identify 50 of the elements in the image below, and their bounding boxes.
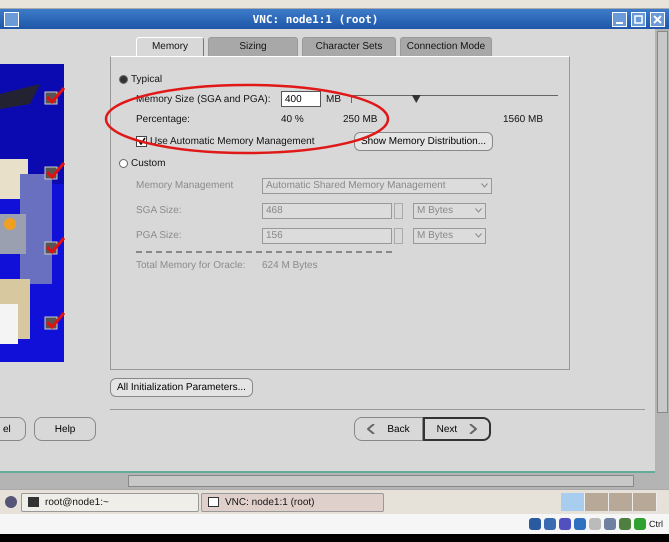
maximize-icon[interactable] (631, 12, 646, 26)
back-button[interactable]: Back (354, 417, 423, 441)
caret-icon (475, 233, 482, 238)
tab[interactable]: Memory (136, 37, 204, 56)
window-icon (208, 497, 219, 507)
tray-icon[interactable] (619, 518, 631, 530)
dialog-button[interactable]: el (0, 417, 26, 441)
radio-button[interactable] (119, 74, 128, 84)
field-label: PGA Size: (136, 230, 183, 241)
tray-icon[interactable] (604, 518, 616, 530)
window-title: VNC: node1:1 (root) (252, 12, 380, 26)
radio-label: Typical (131, 74, 162, 84)
field-label: Memory Management (136, 180, 234, 191)
tray-icon[interactable] (634, 518, 646, 530)
show-desktop-icon[interactable] (3, 494, 19, 510)
taskbar-item[interactable]: VNC: node1:1 (root) (201, 492, 384, 512)
caret-icon (481, 183, 488, 188)
tray-icon[interactable] (559, 518, 571, 530)
tray-icon[interactable] (574, 518, 586, 530)
tray-icon[interactable] (529, 518, 541, 530)
chevron-left-icon (367, 424, 376, 434)
taskbar-item[interactable]: root@node1:~ (21, 492, 199, 512)
dialog-button[interactable]: Help (34, 417, 96, 441)
percentage-value: 40 % (281, 114, 305, 124)
slider-thumb[interactable] (412, 95, 421, 103)
field-label: Percentage: (136, 114, 191, 124)
window-menu-icon[interactable] (4, 12, 19, 26)
field-label: Total Memory for Oracle: (136, 260, 246, 270)
field-label: SGA Size: (136, 205, 183, 216)
caret-icon (475, 208, 482, 213)
slider-min-label: 250 MB (343, 114, 378, 124)
total-value: 624 M Bytes (262, 260, 318, 270)
tab[interactable]: Sizing (208, 37, 298, 56)
tab[interactable]: Connection Mode (400, 37, 492, 56)
memory-size-field[interactable]: 400 (281, 91, 321, 107)
memory-slider[interactable] (351, 95, 558, 103)
tab[interactable]: Character Sets (302, 37, 396, 56)
horizontal-scrollbar[interactable] (0, 473, 669, 489)
keyboard-label: Ctrl (649, 519, 663, 529)
radio-label: Custom (131, 158, 166, 168)
slider-max-label: 1560 MB (503, 114, 544, 124)
next-button[interactable]: Next (422, 417, 492, 441)
vertical-scrollbar[interactable] (655, 29, 669, 473)
tray-icon[interactable] (544, 518, 556, 530)
close-icon[interactable] (650, 12, 665, 26)
chevron-right-icon (469, 424, 478, 434)
minimize-icon[interactable] (612, 12, 627, 26)
all-parameters-button[interactable]: All Initialization Parameters... (110, 378, 253, 397)
window-icon (28, 497, 39, 507)
unit-label: MB (326, 94, 341, 104)
